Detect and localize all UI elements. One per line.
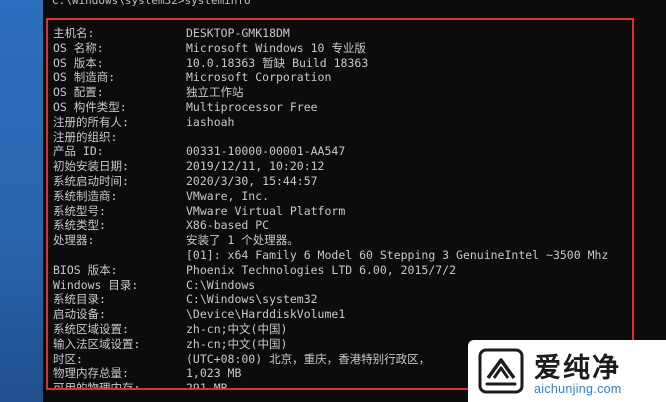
- systeminfo-output: 主机名: DESKTOP-GMK18DM OS 名称: Microsoft Wind…: [53, 26, 608, 390]
- info-label: 输入法区域设置:: [53, 336, 141, 351]
- watermark-url: aichunjing.com: [534, 382, 622, 396]
- info-label: 注册的组织:: [53, 129, 118, 144]
- info-label: BIOS 版本:: [53, 262, 118, 277]
- info-row: 产品 ID: 00331-10000-00001-AA547: [53, 144, 608, 159]
- info-label: OS 版本:: [53, 55, 104, 70]
- info-row: 系统制造商: VMware, Inc.: [53, 189, 608, 204]
- info-row: OS 名称: Microsoft Windows 10 专业版: [53, 41, 608, 56]
- info-label: 时区:: [53, 351, 83, 366]
- info-value: Microsoft Corporation: [186, 70, 332, 85]
- info-value: zh-cn;中文(中国): [186, 321, 288, 336]
- info-label: OS 配置:: [53, 85, 104, 100]
- info-row: BIOS 版本: Phoenix Technologies LTD 6.00, 2…: [53, 263, 608, 278]
- info-label: 初始安装日期:: [53, 159, 129, 174]
- info-label: 系统启动时间:: [53, 173, 129, 188]
- info-row: 处理器: 安装了 1 个处理器。: [53, 233, 608, 248]
- info-label: 主机名:: [53, 26, 95, 40]
- info-row: OS 配置: 独立工作站: [53, 85, 608, 100]
- info-row: 系统类型: X86-based PC: [53, 218, 608, 233]
- info-label: 系统型号:: [53, 203, 106, 218]
- info-row: 系统型号: VMware Virtual Platform: [53, 204, 608, 219]
- info-row: 注册的所有人: iashoah: [53, 115, 608, 130]
- watermark-name: 爱纯净: [534, 353, 621, 384]
- info-label: 系统区域设置:: [53, 321, 129, 336]
- info-value: VMware Virtual Platform: [186, 203, 346, 218]
- info-label: Windows 目录:: [53, 277, 139, 292]
- info-row: Windows 目录: C:\Windows: [53, 278, 608, 293]
- info-value: 00331-10000-00001-AA547: [186, 144, 346, 159]
- info-row: 系统区域设置: zh-cn;中文(中国): [53, 322, 608, 337]
- info-label: 处理器:: [53, 233, 95, 248]
- site-watermark: 爱纯净 aichunjing.com: [468, 340, 666, 402]
- info-value: C:\Windows: [186, 277, 256, 292]
- info-row: [01]: x64 Family 6 Model 60 Stepping 3 G…: [53, 248, 608, 263]
- info-value: 独立工作站: [186, 85, 244, 100]
- info-value: X86-based PC: [186, 218, 270, 233]
- info-value: 2019/12/11, 10:20:12: [186, 159, 325, 174]
- info-row: 系统启动时间: 2020/3/30, 15:44:57: [53, 174, 608, 189]
- command-line: C:\Windows\system32>systeminfo: [52, 0, 251, 7]
- info-value: Multiprocessor Free: [186, 99, 318, 114]
- info-row: OS 制造商: Microsoft Corporation: [53, 70, 608, 85]
- info-value: iashoah: [186, 114, 235, 129]
- info-label: OS 制造商:: [53, 70, 116, 85]
- info-value: zh-cn;中文(中国): [186, 336, 288, 351]
- info-value: [01]: x64 Family 6 Model 60 Stepping 3 G…: [186, 247, 609, 262]
- systeminfo-highlight-box: 主机名: DESKTOP-GMK18DM OS 名称: Microsoft Wind…: [46, 18, 634, 390]
- lotus-logo-icon: [478, 348, 524, 394]
- info-row: 初始安装日期: 2019/12/11, 10:20:12: [53, 159, 608, 174]
- info-value: Microsoft Windows 10 专业版: [186, 40, 366, 55]
- info-label: 产品 ID:: [53, 144, 104, 159]
- info-value: VMware, Inc.: [186, 188, 270, 203]
- info-label: 注册的所有人:: [53, 114, 129, 129]
- info-label: 系统目录:: [53, 292, 106, 307]
- info-label: 启动设备:: [53, 307, 106, 322]
- info-label: 物理内存总量:: [53, 366, 129, 381]
- info-value: 10.0.18363 暂缺 Build 18363: [186, 55, 369, 70]
- info-row: 系统目录: C:\Windows\system32: [53, 292, 608, 307]
- info-value: 291 MB: [186, 381, 228, 390]
- info-label: OS 名称:: [53, 40, 104, 55]
- info-value: 1,023 MB: [186, 366, 242, 381]
- info-label: 可用的物理内存:: [53, 381, 141, 390]
- desktop-edge: [0, 0, 43, 402]
- info-value: C:\Windows\system32: [186, 292, 318, 307]
- info-row: 主机名: DESKTOP-GMK18DM: [53, 26, 608, 41]
- info-value: 安装了 1 个处理器。: [186, 233, 299, 248]
- info-row: OS 构件类型: Multiprocessor Free: [53, 100, 608, 115]
- info-label: 系统类型:: [53, 218, 106, 233]
- info-value: DESKTOP-GMK18DM: [186, 26, 290, 40]
- info-row: 启动设备: \Device\HarddiskVolume1: [53, 307, 608, 322]
- info-value: Phoenix Technologies LTD 6.00, 2015/7/2: [186, 262, 457, 277]
- info-label: OS 构件类型:: [53, 99, 127, 114]
- info-value: \Device\HarddiskVolume1: [186, 307, 346, 322]
- info-row: OS 版本: 10.0.18363 暂缺 Build 18363: [53, 56, 608, 71]
- info-value: 2020/3/30, 15:44:57: [186, 173, 318, 188]
- info-row: 注册的组织:: [53, 130, 608, 145]
- info-value: (UTC+08:00) 北京，重庆，香港特别行政区，: [186, 351, 431, 366]
- info-label: 系统制造商:: [53, 188, 118, 203]
